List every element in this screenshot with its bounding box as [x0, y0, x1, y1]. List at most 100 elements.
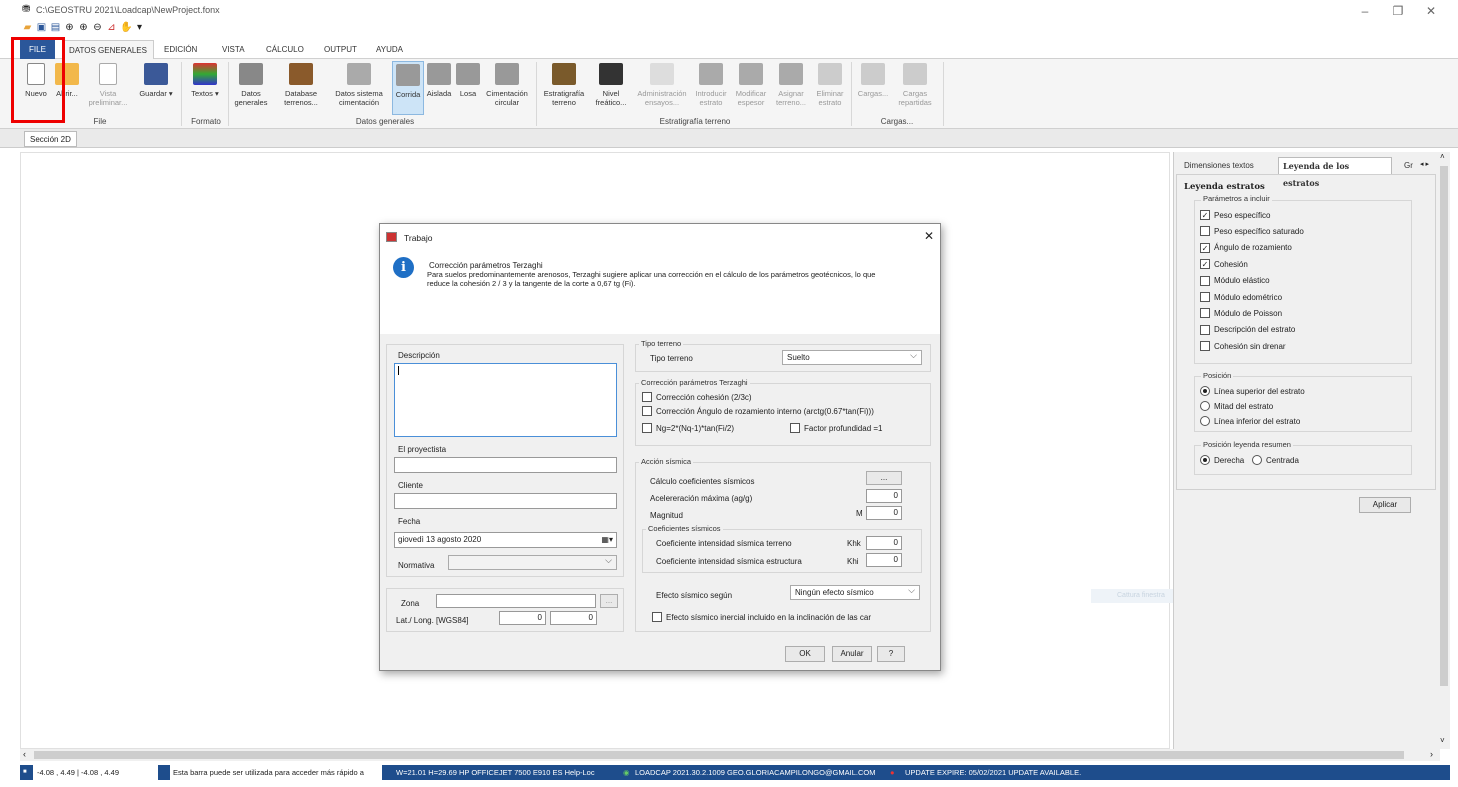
ok-button[interactable]: OK: [785, 646, 825, 662]
textos-button[interactable]: Textos ▾: [184, 61, 226, 98]
zona-browse-button[interactable]: ...: [600, 594, 618, 608]
nivel-freatico-button[interactable]: Nivel freático...: [590, 61, 632, 107]
param-checkbox[interactable]: Módulo elástico: [1200, 275, 1270, 286]
tab-dimensiones-textos[interactable]: Dimensiones textos: [1180, 157, 1258, 174]
param-checkbox[interactable]: Descripción del estrato: [1200, 324, 1295, 335]
vertical-scrollbar[interactable]: ˄ ˅: [1438, 152, 1450, 749]
scroll-down-icon[interactable]: ˅: [1440, 736, 1445, 745]
minimize-button[interactable]: –: [1350, 3, 1380, 19]
help-button[interactable]: ?: [877, 646, 905, 662]
introducir-estrato-button[interactable]: Introducir estrato: [692, 61, 730, 107]
status-update[interactable]: UPDATE EXPIRE: 05/02/2021 UPDATE AVAILAB…: [905, 765, 1081, 780]
datos-sistema-button[interactable]: Datos sistema cimentación: [330, 61, 388, 107]
close-button[interactable]: ✕: [1416, 3, 1446, 19]
param-checkbox[interactable]: Cohesión sin drenar: [1200, 341, 1286, 352]
radio-linea-inferior[interactable]: Línea inferior del estrato: [1200, 416, 1300, 426]
param-checkbox[interactable]: ✓ Ángulo de rozamiento: [1200, 242, 1292, 253]
cimentacion-circular-button[interactable]: Cimentación circular: [484, 61, 530, 107]
tab-ayuda[interactable]: AYUDA: [370, 40, 409, 59]
losa-button[interactable]: Losa: [455, 61, 481, 98]
dialog-close-icon[interactable]: ✕: [924, 229, 934, 243]
print-icon[interactable]: ▤: [50, 22, 61, 33]
cliente-input[interactable]: [394, 493, 617, 509]
status-coords: -4.08 , 4.49 | -4.08 , 4.49: [33, 765, 158, 780]
tab-output[interactable]: OUTPUT: [318, 40, 363, 59]
tab-calculo[interactable]: CÁLCULO: [260, 40, 310, 59]
restore-button[interactable]: ❐: [1383, 3, 1413, 19]
eliminar-estrato-button[interactable]: Eliminar estrato: [813, 61, 847, 107]
calendar-icon[interactable]: ▦▾: [601, 533, 613, 547]
efecto-select[interactable]: Ningún efecto sísmico: [790, 584, 920, 600]
checkbox-icon: [1200, 226, 1210, 237]
khi-input[interactable]: 0: [866, 553, 902, 567]
check-ng[interactable]: Ng=2*(Nq-1)*tan(Fi/2): [642, 423, 734, 433]
pan-icon[interactable]: ✋: [120, 22, 132, 33]
scroll-left-icon[interactable]: ‹: [23, 749, 26, 759]
param-checkbox[interactable]: ✓ Cohesión: [1200, 259, 1248, 270]
open-icon[interactable]: ▰: [22, 22, 33, 33]
check-corr-cohesion[interactable]: Corrección cohesión (2/3c): [642, 392, 752, 402]
calc-coef-button[interactable]: ...: [866, 471, 902, 485]
scroll-up-icon[interactable]: ˄: [1440, 152, 1445, 161]
scroll-right-icon[interactable]: ›: [1430, 749, 1433, 759]
status-printer[interactable]: W=21.01 H=29.69 HP OFFICEJET 7500 E910 E…: [396, 765, 595, 780]
tab-vista[interactable]: VISTA: [216, 40, 251, 59]
lat-input[interactable]: 0: [499, 611, 546, 625]
checkbox-label: Factor profundidad =1: [804, 423, 883, 433]
param-checkbox[interactable]: Módulo edométrico: [1200, 292, 1282, 302]
zoom-all-icon[interactable]: ⊕: [64, 22, 75, 33]
aplicar-button[interactable]: Aplicar: [1359, 497, 1411, 513]
check-factor-profundidad[interactable]: Factor profundidad =1: [790, 423, 883, 433]
cargas-button[interactable]: Cargas...: [855, 61, 891, 98]
tab-leyenda-estratos[interactable]: Leyenda de los estratos: [1278, 157, 1392, 188]
tab-gr[interactable]: Gr: [1400, 157, 1417, 174]
tipo-terreno-select[interactable]: Suelto: [782, 349, 922, 365]
separator: [851, 62, 852, 126]
datos-generales-button[interactable]: Datos generales: [231, 61, 271, 107]
customize-icon[interactable]: ▾: [134, 22, 145, 33]
vista-preliminar-button[interactable]: Vista preliminar...: [84, 61, 132, 107]
param-checkbox[interactable]: ✓ Peso específico: [1200, 210, 1270, 220]
horizontal-scrollbar[interactable]: ‹ ›: [20, 749, 1440, 761]
loads-icon: [861, 63, 885, 85]
normativa-select[interactable]: [448, 554, 617, 570]
radio-mitad[interactable]: Mitad del estrato: [1200, 401, 1273, 411]
check-efecto-inercial[interactable]: Efecto sísmico inercial incluido en la i…: [652, 612, 871, 622]
group-datos-generales: Datos generales: [355, 117, 415, 126]
radio-centrada[interactable]: Centrada: [1252, 455, 1299, 465]
tab-edicion[interactable]: EDICIÓN: [158, 40, 203, 59]
khk-input[interactable]: 0: [866, 536, 902, 550]
param-checkbox[interactable]: Módulo de Poisson: [1200, 308, 1282, 319]
param-checkbox[interactable]: Peso específico saturado: [1200, 226, 1304, 237]
corrida-button[interactable]: Corrida: [392, 61, 424, 115]
long-input[interactable]: 0: [550, 611, 597, 625]
aceleracion-input[interactable]: 0: [866, 489, 902, 503]
scroll-thumb[interactable]: [34, 751, 1404, 759]
zona-input[interactable]: [436, 594, 596, 608]
tab-seccion-2d[interactable]: Sección 2D: [24, 131, 77, 147]
modificar-espesor-button[interactable]: Modificar espesor: [733, 61, 769, 107]
scroll-thumb[interactable]: [1440, 166, 1448, 686]
anular-button[interactable]: Anular: [832, 646, 872, 662]
zoom-out-icon[interactable]: ⊖: [92, 22, 103, 33]
database-terrenos-button[interactable]: Database terrenos...: [278, 61, 324, 107]
zoom-in-icon[interactable]: ⊕: [78, 22, 89, 33]
radio-derecha[interactable]: Derecha: [1200, 455, 1244, 465]
asignar-terreno-button[interactable]: Asignar terreno...: [771, 61, 811, 107]
tab-datos-generales[interactable]: DATOS GENERALES: [62, 40, 154, 59]
tab-scroll-arrows-icon[interactable]: ◂ ▸: [1420, 160, 1429, 168]
administracion-button[interactable]: Administración ensayos...: [634, 61, 690, 107]
estratigrafia-button[interactable]: Estratigrafía terreno: [540, 61, 588, 107]
guardar-button[interactable]: Guardar ▾: [134, 61, 178, 98]
save-icon[interactable]: ▣: [36, 22, 47, 33]
checkbox-icon: [642, 423, 652, 433]
descripcion-textarea[interactable]: [394, 363, 617, 437]
chart-icon[interactable]: ⊿: [106, 22, 117, 33]
cargas-repartidas-button[interactable]: Cargas repartidas: [893, 61, 937, 107]
magnitud-input[interactable]: 0: [866, 506, 902, 520]
aislada-button[interactable]: Aislada: [425, 61, 453, 98]
radio-linea-superior[interactable]: Línea superior del estrato: [1200, 386, 1305, 396]
check-corr-angulo[interactable]: Corrección Ángulo de rozamiento interno …: [642, 406, 874, 416]
fecha-picker[interactable]: giovedì 13 agosto 2020 ▦▾: [394, 532, 617, 548]
proyectista-input[interactable]: [394, 457, 617, 473]
